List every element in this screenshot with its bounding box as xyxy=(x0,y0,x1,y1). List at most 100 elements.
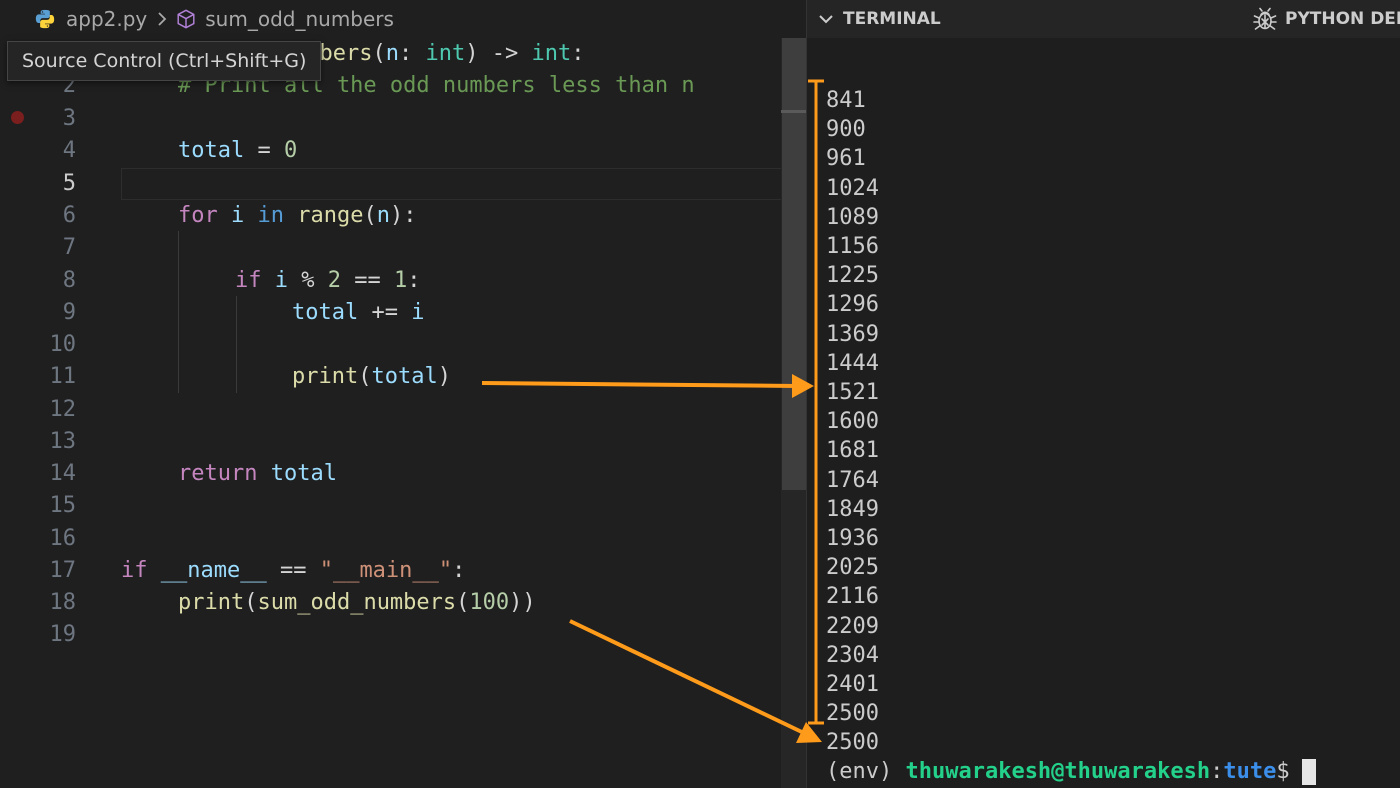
code-token: total xyxy=(178,138,245,163)
bottom-panel: TERMINAL PYTHON DEB 841 900 961 1024 1089 115… xyxy=(806,0,1400,788)
terminal-output-line: 2209 xyxy=(826,613,879,639)
code-token: += xyxy=(358,300,412,325)
terminal-output-line: 2401 xyxy=(826,672,879,697)
code-token: : xyxy=(571,41,585,66)
code-token: ( xyxy=(456,590,470,615)
code-token: 0 xyxy=(283,138,298,163)
code-token: == xyxy=(266,558,320,583)
terminal-output-line: 2500 xyxy=(826,730,879,756)
line-number: 11 xyxy=(49,364,77,389)
indent-guide xyxy=(236,296,237,393)
terminal-output-line: 1600 xyxy=(826,409,879,435)
terminal-output-line: 1156 xyxy=(826,234,879,259)
line-number: 17 xyxy=(49,558,77,583)
editor-scrollbar[interactable] xyxy=(781,38,806,788)
code-token: i xyxy=(411,300,425,325)
code-token: total xyxy=(292,300,359,325)
breadcrumb-file-label: app2.py xyxy=(66,7,148,31)
code-line-18: print(sum_odd_numbers(100)) xyxy=(178,587,536,619)
terminal-prompt[interactable]: (env) thuwarakesh@thuwarakesh: tute $ xyxy=(826,757,1316,787)
code-token: n xyxy=(385,41,399,66)
code-token: "__main__" xyxy=(319,558,453,583)
code-token: 2 xyxy=(327,268,341,293)
tab-terminal[interactable]: TERMINAL xyxy=(807,9,941,29)
code-token: for xyxy=(178,203,218,228)
code-token: = xyxy=(244,138,284,163)
code-token: ( xyxy=(358,364,372,389)
code-token: : xyxy=(407,268,421,293)
code-token: % xyxy=(301,268,328,293)
indent-guide xyxy=(178,231,179,393)
line-number: 7 xyxy=(62,235,76,260)
code-token: )) xyxy=(509,590,536,615)
prompt-user-host: thuwarakesh@thuwarakesh xyxy=(905,759,1211,784)
line-number: 19 xyxy=(49,622,77,647)
terminal-output-line: 1444 xyxy=(826,350,879,376)
line-number: 16 xyxy=(49,526,77,551)
breadcrumb-symbol[interactable]: sum_odd_numbers xyxy=(175,7,394,31)
line-number: 13 xyxy=(49,429,77,454)
prompt-env: (env) xyxy=(826,759,906,784)
code-line-8: if i % 2 == 1: xyxy=(235,265,420,297)
terminal-output-line: 1521 xyxy=(826,380,879,405)
terminal-output-line: 1681 xyxy=(826,438,879,464)
line-number: 12 xyxy=(49,397,77,422)
chevron-right-icon xyxy=(158,12,167,26)
tab-python-debug[interactable]: PYTHON DEB xyxy=(1251,5,1400,33)
terminal-output[interactable]: 841 900 961 1024 1089 1156 1225 1296 1369 1444 152… xyxy=(807,38,1400,788)
line-number: 18 xyxy=(49,590,77,615)
python-file-icon xyxy=(35,9,55,29)
terminal-output-line: 1296 xyxy=(826,292,879,318)
code-line-1: umbers(n: int) -> int: xyxy=(293,38,584,70)
terminal-output-line: 2500 xyxy=(826,701,879,727)
terminal-output-line: 900 xyxy=(826,117,866,143)
code-token: __name__ xyxy=(147,558,267,583)
line-number: 8 xyxy=(62,268,76,293)
code-line-6: for i in range(n): xyxy=(178,200,416,232)
line-number: 15 xyxy=(49,493,77,518)
code-token: == xyxy=(341,268,394,293)
code-token: total xyxy=(257,461,337,486)
line-number: 4 xyxy=(62,138,76,163)
terminal-output-line: 1024 xyxy=(826,175,879,201)
tab-python-debug-label: PYTHON DEB xyxy=(1285,9,1400,29)
code-line-4: total = 0 xyxy=(178,135,297,167)
line-number: 9 xyxy=(62,300,76,325)
code-token: if xyxy=(121,558,148,583)
panel-header: TERMINAL PYTHON DEB xyxy=(807,0,1400,38)
symbol-method-icon xyxy=(177,9,195,29)
terminal-output-line: 1936 xyxy=(826,526,879,551)
code-token: total xyxy=(371,364,438,389)
code-token: : xyxy=(398,41,426,66)
tab-terminal-label: TERMINAL xyxy=(843,9,941,29)
line-number: 10 xyxy=(49,332,77,357)
prompt-directory: tute xyxy=(1223,759,1277,784)
code-token: n xyxy=(376,203,390,228)
code-token: in xyxy=(257,203,285,228)
breadcrumb-file[interactable]: app2.py xyxy=(34,7,147,31)
terminal-output-line: 841 xyxy=(826,88,866,113)
prompt-colon: : xyxy=(1210,759,1224,784)
editor-pane[interactable]: app2.py sum_odd_numbers Source Control (… xyxy=(0,0,806,788)
terminal-output-line: 2116 xyxy=(826,584,879,610)
code-line-14: return total xyxy=(178,458,337,490)
code-token: print xyxy=(178,590,245,615)
line-number-active: 5 xyxy=(62,171,76,196)
code-token: int xyxy=(531,41,572,66)
code-line-17: if __name__ == "__main__": xyxy=(121,555,465,587)
terminal-output-line: 1764 xyxy=(826,467,879,493)
code-token: 100 xyxy=(469,590,510,615)
chevron-down-icon[interactable] xyxy=(817,10,835,28)
breadcrumb-symbol-label: sum_odd_numbers xyxy=(205,7,394,31)
code-token: return xyxy=(178,461,258,486)
line-number: 6 xyxy=(62,203,76,228)
terminal-output-line: 1225 xyxy=(826,263,879,289)
breadcrumb: app2.py sum_odd_numbers xyxy=(0,0,806,38)
line-number: 3 xyxy=(62,106,76,131)
code-token: ) -> xyxy=(465,41,532,66)
code-token: print xyxy=(292,364,359,389)
code-token: i xyxy=(217,203,258,228)
source-control-tooltip: Source Control (Ctrl+Shift+G) xyxy=(7,41,322,81)
code-line-9: total += i xyxy=(292,297,424,329)
editor-scrollbar-thumb[interactable] xyxy=(782,38,806,490)
